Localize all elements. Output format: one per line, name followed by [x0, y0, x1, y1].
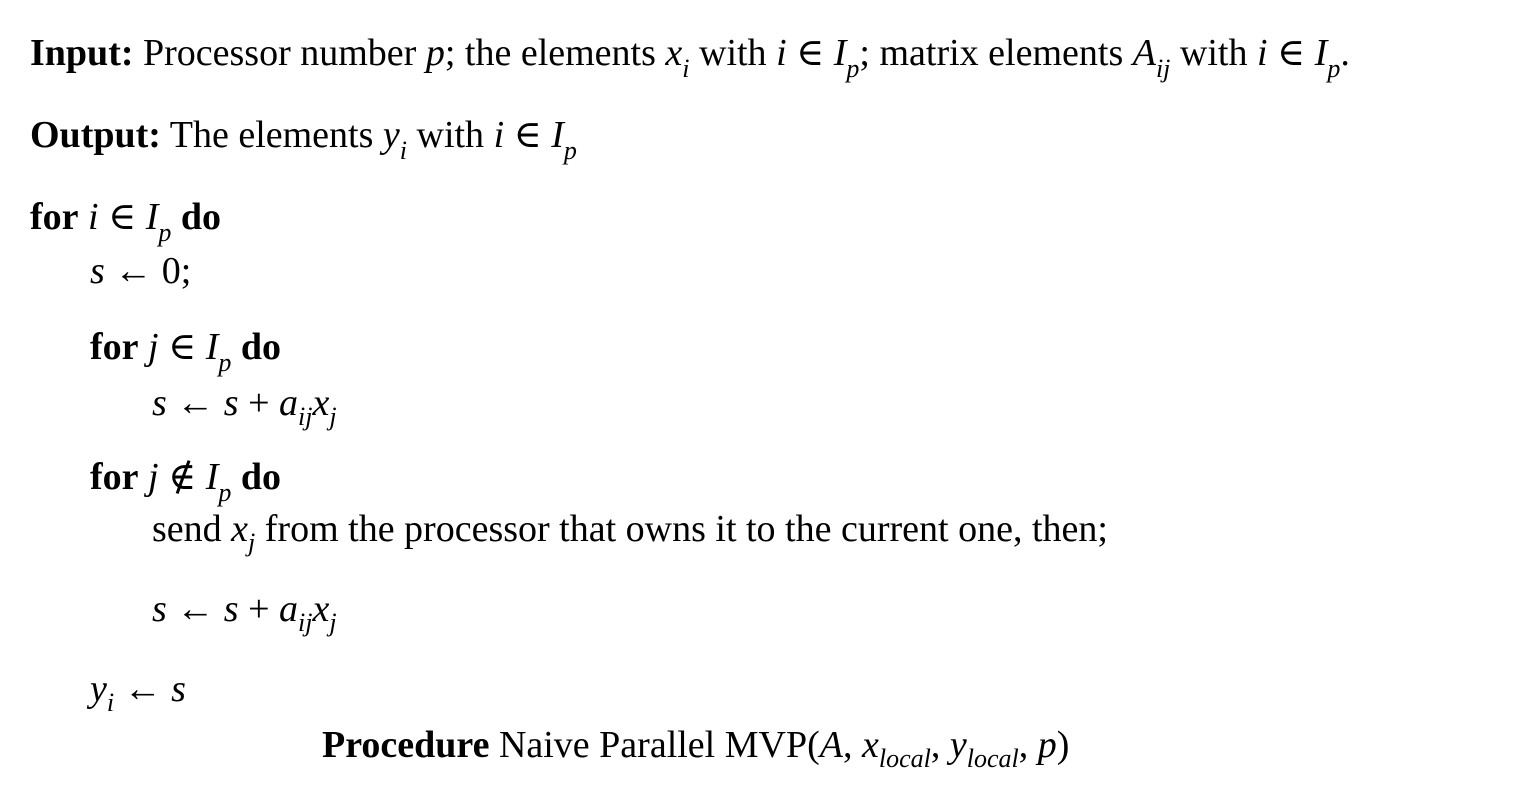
- math-value: 0;: [161, 250, 192, 292]
- input-text: .: [1340, 32, 1350, 74]
- math-var: A: [1132, 32, 1156, 74]
- math-var: I: [1314, 32, 1328, 74]
- keyword-for: for: [30, 196, 79, 238]
- math-var: p: [425, 32, 445, 74]
- math-subscript: p: [563, 136, 577, 165]
- input-text: Processor number: [143, 32, 417, 74]
- keyword-do: do: [240, 326, 282, 368]
- math-var: s: [223, 382, 239, 424]
- math-operator: ∈: [1277, 32, 1306, 74]
- math-var: s: [152, 382, 167, 424]
- math-subscript: p: [1327, 54, 1341, 83]
- output-label: Output:: [30, 114, 161, 156]
- math-var: x: [665, 32, 683, 74]
- keyword-do: do: [180, 196, 222, 238]
- math-subscript: i: [106, 688, 115, 717]
- input-text: with: [1179, 32, 1248, 74]
- math-operator: ∈: [168, 326, 197, 368]
- math-var: x: [312, 588, 330, 630]
- input-text: ; the elements: [444, 32, 656, 74]
- math-arrow: ←: [176, 588, 215, 630]
- math-subscript: p: [218, 478, 232, 507]
- math-subscript: i: [682, 54, 690, 83]
- math-var: y: [949, 724, 967, 766]
- output-text: with: [416, 114, 485, 156]
- caption-punct: ): [1056, 724, 1070, 766]
- keyword-do: do: [240, 456, 282, 498]
- math-var: s: [223, 588, 239, 630]
- math-subscript: j: [248, 528, 256, 557]
- math-var: x: [861, 724, 879, 766]
- math-var: a: [279, 588, 299, 630]
- math-var: x: [312, 382, 330, 424]
- math-subscript: ij: [298, 608, 313, 637]
- math-operator: ∈: [796, 32, 825, 74]
- math-var: p: [1037, 724, 1057, 766]
- math-var: y: [382, 114, 400, 156]
- send-line: send xj from the processor that owns it …: [152, 506, 1108, 556]
- math-arrow: ←: [176, 382, 215, 424]
- math-var: i: [493, 114, 505, 156]
- caption-punct: ,: [1018, 724, 1038, 766]
- math-subscript: p: [218, 348, 232, 377]
- input-label: Input:: [30, 32, 134, 74]
- math-var: j: [148, 456, 159, 498]
- math-operator: ∈: [108, 196, 137, 238]
- keyword-for: for: [90, 456, 139, 498]
- math-var: j: [148, 326, 159, 368]
- math-subscript: p: [846, 54, 860, 83]
- math-subscript: j: [329, 402, 337, 431]
- update-sum-remote: s ← s + aijxj: [152, 586, 337, 636]
- math-subscript: i: [399, 136, 407, 165]
- input-text: with: [699, 32, 767, 74]
- math-var: i: [88, 196, 99, 238]
- math-var: a: [279, 382, 299, 424]
- output-line: Output: The elements yi with i ∈ Ip: [30, 112, 577, 164]
- for-loop-remote: for j ∉ Ip do: [90, 454, 282, 506]
- math-arrow: ←: [114, 250, 153, 292]
- keyword-for: for: [90, 326, 139, 368]
- math-var: i: [1256, 32, 1268, 74]
- math-var: I: [205, 456, 219, 498]
- assign-s-zero: s ← 0;: [90, 248, 191, 294]
- math-operator: +: [248, 588, 270, 630]
- caption-punct: ,: [842, 724, 862, 766]
- math-operator: ∉: [168, 456, 197, 498]
- math-var: s: [90, 250, 105, 292]
- caption-keyword: Procedure: [322, 724, 490, 766]
- output-text: The elements: [169, 114, 374, 156]
- math-subscript: ij: [298, 402, 313, 431]
- send-text: send: [152, 508, 222, 550]
- math-subscript: ij: [1155, 54, 1171, 83]
- math-operator: ∈: [513, 114, 542, 156]
- math-var: I: [145, 196, 159, 238]
- assign-y: yi ← s: [90, 666, 186, 716]
- update-sum-local: s ← s + aijxj: [152, 380, 337, 430]
- math-var: I: [205, 326, 219, 368]
- math-var: y: [90, 668, 107, 710]
- for-loop-local: for j ∈ Ip do: [90, 324, 282, 376]
- math-var: i: [776, 32, 787, 74]
- math-var: s: [171, 668, 186, 710]
- math-subscript: local: [966, 744, 1019, 773]
- math-var: x: [231, 508, 249, 550]
- math-var: I: [551, 114, 564, 156]
- input-line: Input: Processor number p; the elements …: [30, 30, 1350, 82]
- math-subscript: j: [329, 608, 337, 637]
- procedure-caption: Procedure Naive Parallel MVP(A, xlocal, …: [322, 722, 1070, 772]
- math-var: s: [152, 588, 167, 630]
- math-operator: +: [248, 382, 270, 424]
- caption-punct: ,: [930, 724, 950, 766]
- math-var: I: [833, 32, 847, 74]
- math-var: A: [819, 724, 843, 766]
- math-subscript: local: [878, 744, 931, 773]
- for-loop-outer: for i ∈ Ip do: [30, 194, 222, 246]
- math-arrow: ←: [123, 668, 162, 710]
- math-subscript: p: [158, 218, 172, 247]
- input-text: ; matrix elements: [859, 32, 1124, 74]
- send-text: from the processor that owns it to the c…: [264, 508, 1108, 550]
- caption-name: Naive Parallel MVP(: [498, 724, 820, 766]
